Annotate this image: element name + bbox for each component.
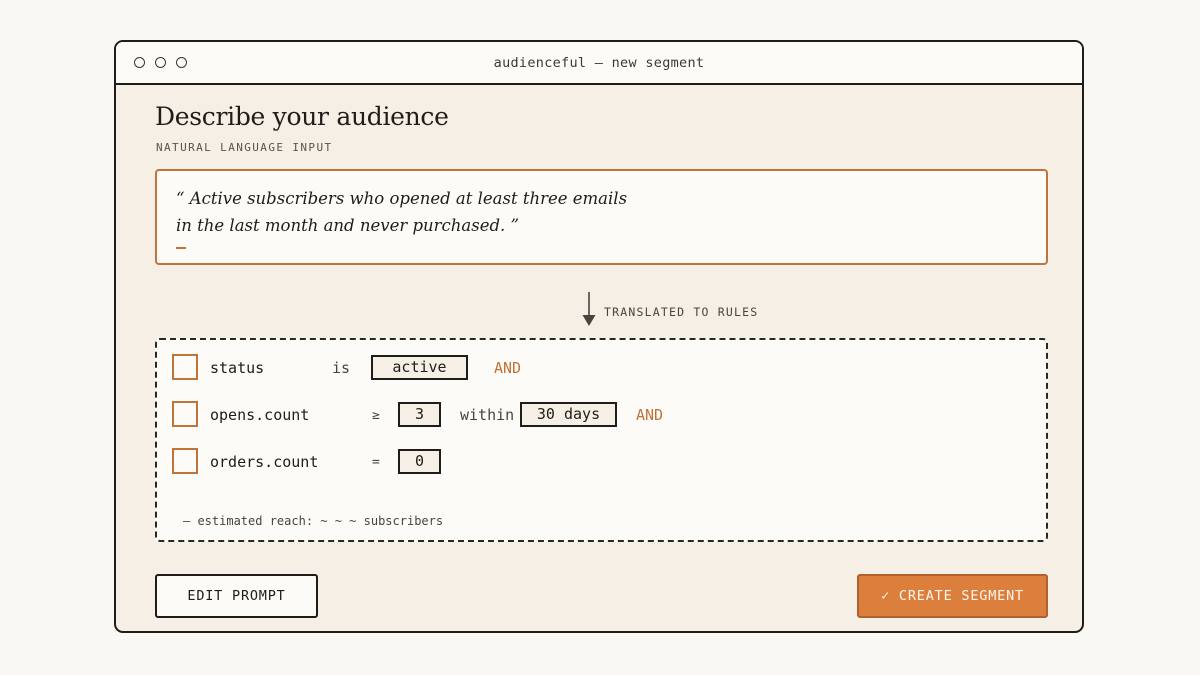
rule-qualifier: within	[460, 406, 515, 424]
page-title: Describe your audience	[155, 102, 449, 131]
rule-checkbox[interactable]	[172, 448, 198, 474]
rule-operator: is	[332, 359, 351, 377]
edit-prompt-button[interactable]: EDIT PROMPT	[155, 574, 318, 618]
rule-connector: AND	[494, 359, 522, 377]
arrow-down-icon	[582, 292, 596, 326]
rule-connector: AND	[636, 406, 664, 424]
rule-row-orders: orders.count = 0	[157, 448, 1046, 476]
rule-checkbox[interactable]	[172, 354, 198, 380]
rule-value-field[interactable]: active	[371, 355, 468, 380]
rule-operator: ≥	[372, 408, 380, 423]
rule-value-field[interactable]: 0	[398, 449, 441, 474]
rule-timeframe-field[interactable]: 30 days	[520, 402, 617, 427]
translated-label: TRANSLATED TO RULES	[604, 305, 759, 319]
rule-checkbox[interactable]	[172, 401, 198, 427]
prompt-line-1: “ Active subscribers who opened at least…	[176, 189, 628, 208]
text-cursor	[176, 247, 186, 249]
create-segment-button[interactable]: ✓ CREATE SEGMENT	[857, 574, 1048, 618]
rule-operator: =	[372, 455, 380, 470]
title-bar: audienceful — new segment	[116, 42, 1082, 85]
prompt-line-2: in the last month and never purchased. ”	[176, 216, 519, 235]
input-section-label: NATURAL LANGUAGE INPUT	[156, 141, 333, 154]
prompt-input[interactable]: “ Active subscribers who opened at least…	[155, 169, 1048, 265]
window-title: audienceful — new segment	[493, 55, 705, 71]
prompt-text: “ Active subscribers who opened at least…	[176, 185, 627, 239]
rules-panel: status is active AND opens.count ≥ 3 wit…	[155, 338, 1048, 542]
rule-row-opens: opens.count ≥ 3 within 30 days AND	[157, 401, 1046, 429]
rule-field: orders.count	[210, 453, 319, 471]
rule-field: status	[210, 359, 265, 377]
rule-value-field[interactable]: 3	[398, 402, 441, 427]
rule-row-status: status is active AND	[157, 354, 1046, 382]
rule-field: opens.count	[210, 406, 310, 424]
estimated-reach: — estimated reach: ~ ~ ~ subscribers	[183, 514, 444, 528]
app-window: audienceful — new segment Describe your …	[114, 40, 1084, 633]
